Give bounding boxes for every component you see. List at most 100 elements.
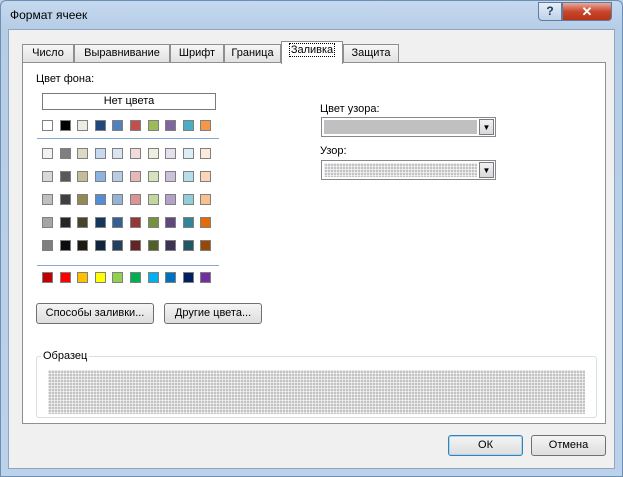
color-swatch[interactable] [182, 240, 194, 251]
color-swatch[interactable] [130, 240, 141, 251]
color-swatch[interactable] [42, 240, 53, 251]
color-swatch[interactable] [59, 240, 71, 251]
color-swatch[interactable] [94, 148, 106, 159]
background-color-label: Цвет фона: [36, 73, 95, 85]
pattern-style-select[interactable]: ▼ [321, 160, 496, 180]
color-swatch[interactable] [147, 240, 159, 251]
color-swatch[interactable] [77, 120, 89, 131]
dialog-body: Число Выравнивание Шрифт Граница Заливка… [8, 29, 615, 469]
color-swatch[interactable] [77, 148, 89, 159]
color-swatch[interactable] [94, 194, 106, 205]
color-swatch[interactable] [59, 217, 71, 228]
color-swatch[interactable] [94, 120, 106, 131]
color-swatch[interactable] [130, 171, 141, 182]
color-swatch[interactable] [94, 240, 106, 251]
color-swatch[interactable] [42, 171, 53, 182]
ok-button[interactable]: ОК [448, 435, 523, 456]
color-swatch[interactable] [182, 217, 194, 228]
color-swatch[interactable] [59, 272, 71, 283]
color-swatch[interactable] [112, 217, 124, 228]
cancel-button[interactable]: Отмена [531, 435, 606, 456]
color-swatch[interactable] [42, 217, 53, 228]
color-swatch[interactable] [200, 272, 212, 283]
title-bar[interactable]: Формат ячеек ? ✕ [1, 1, 622, 29]
color-swatch[interactable] [147, 272, 159, 283]
color-swatch[interactable] [42, 194, 53, 205]
color-swatch[interactable] [182, 148, 194, 159]
color-swatch[interactable] [130, 217, 141, 228]
color-swatch[interactable] [165, 194, 177, 205]
color-swatch[interactable] [147, 120, 159, 131]
chevron-down-icon[interactable]: ▼ [479, 162, 494, 178]
color-swatch[interactable] [182, 120, 194, 131]
tab-alignment[interactable]: Выравнивание [74, 44, 170, 62]
pattern-color-label: Цвет узора: [320, 103, 380, 115]
pattern-color-select[interactable]: ▼ [321, 117, 496, 137]
color-swatch[interactable] [130, 148, 141, 159]
color-swatch[interactable] [147, 194, 159, 205]
color-swatch[interactable] [147, 148, 159, 159]
chevron-down-icon[interactable]: ▼ [479, 119, 494, 135]
color-swatch[interactable] [130, 120, 141, 131]
color-swatch[interactable] [59, 194, 71, 205]
color-swatch[interactable] [42, 120, 53, 131]
sample-label: Образец [41, 350, 90, 362]
color-swatch[interactable] [165, 120, 177, 131]
color-swatch[interactable] [130, 272, 141, 283]
palette-separator [37, 138, 219, 139]
color-swatch[interactable] [200, 148, 212, 159]
color-swatch[interactable] [165, 171, 177, 182]
color-swatch[interactable] [59, 120, 71, 131]
color-swatch[interactable] [165, 148, 177, 159]
color-swatch[interactable] [42, 148, 53, 159]
color-swatch[interactable] [200, 217, 212, 228]
color-swatch[interactable] [94, 272, 106, 283]
color-swatch[interactable] [200, 171, 212, 182]
color-swatch[interactable] [165, 240, 177, 251]
color-swatch[interactable] [182, 272, 194, 283]
color-swatch[interactable] [112, 240, 124, 251]
dialog-title: Формат ячеек [10, 8, 88, 22]
color-swatch[interactable] [42, 272, 53, 283]
more-colors-button[interactable]: Другие цвета... [164, 303, 262, 324]
pattern-style-preview [324, 163, 477, 177]
palette-separator [37, 265, 219, 266]
sample-preview [48, 370, 585, 414]
color-swatch[interactable] [77, 194, 89, 205]
pattern-style-label: Узор: [320, 145, 347, 157]
help-button[interactable]: ? [538, 2, 562, 21]
color-swatch[interactable] [94, 171, 106, 182]
tab-font[interactable]: Шрифт [170, 44, 224, 62]
color-swatch[interactable] [94, 217, 106, 228]
color-swatch[interactable] [112, 148, 124, 159]
color-swatch[interactable] [59, 171, 71, 182]
tab-number[interactable]: Число [22, 44, 74, 62]
color-swatch[interactable] [77, 217, 89, 228]
color-swatch[interactable] [200, 240, 212, 251]
tab-border[interactable]: Граница [224, 44, 281, 62]
tab-protection[interactable]: Защита [343, 44, 399, 62]
color-swatch[interactable] [77, 272, 89, 283]
color-swatch[interactable] [147, 217, 159, 228]
close-button[interactable]: ✕ [562, 2, 612, 21]
color-swatch[interactable] [112, 120, 124, 131]
pattern-color-preview [324, 120, 477, 134]
no-color-button[interactable]: Нет цвета [42, 93, 216, 110]
color-swatch[interactable] [182, 171, 194, 182]
color-swatch[interactable] [59, 148, 71, 159]
format-cells-dialog: Формат ячеек ? ✕ Число Выравнивание Шриф… [0, 0, 623, 477]
color-swatch[interactable] [112, 272, 124, 283]
color-swatch[interactable] [182, 194, 194, 205]
color-swatch[interactable] [165, 217, 177, 228]
color-swatch[interactable] [112, 171, 124, 182]
color-swatch[interactable] [130, 194, 141, 205]
color-swatch[interactable] [200, 194, 212, 205]
color-swatch[interactable] [200, 120, 212, 131]
color-swatch[interactable] [165, 272, 177, 283]
color-swatch[interactable] [77, 240, 89, 251]
color-swatch[interactable] [112, 194, 124, 205]
color-swatch[interactable] [147, 171, 159, 182]
tab-fill[interactable]: Заливка [281, 41, 343, 64]
color-swatch[interactable] [77, 171, 89, 182]
fill-effects-button[interactable]: Способы заливки... [36, 303, 154, 324]
